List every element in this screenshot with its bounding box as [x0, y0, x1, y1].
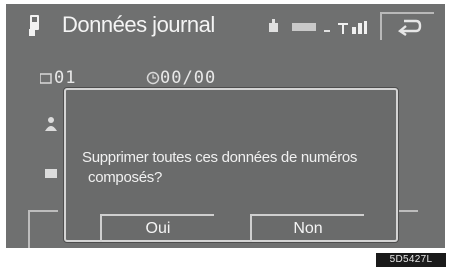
- page-title: Données journal: [62, 12, 215, 37]
- entry-number: 01: [54, 68, 77, 88]
- dialog-message: Supprimer toutes ces données de numéros …: [82, 148, 382, 188]
- phone-book-icon: [26, 14, 42, 38]
- dialog-message-line1: Supprimer toutes ces données de numéros: [82, 149, 358, 166]
- contact-icon: [45, 117, 57, 131]
- background-button-left: [28, 210, 58, 248]
- message-icon: [45, 169, 57, 178]
- no-button[interactable]: Non: [250, 214, 364, 242]
- back-button[interactable]: [380, 12, 434, 40]
- status-bar: [266, 18, 376, 36]
- yes-button[interactable]: Oui: [100, 214, 214, 242]
- back-arrow-icon: [397, 19, 422, 36]
- signal-strength-icon: [324, 21, 367, 34]
- battery-icon: [292, 23, 316, 31]
- confirm-delete-dialog: Supprimer toutes ces données de numéros …: [64, 88, 398, 242]
- dialog-message-line2: composés?: [88, 169, 163, 186]
- antenna-icon: [269, 19, 278, 32]
- display-screen: Données journal 01 00/00 Supprimer toute…: [6, 4, 445, 248]
- figure-code: 5D5427L: [376, 253, 446, 267]
- clock-icon: [146, 71, 160, 85]
